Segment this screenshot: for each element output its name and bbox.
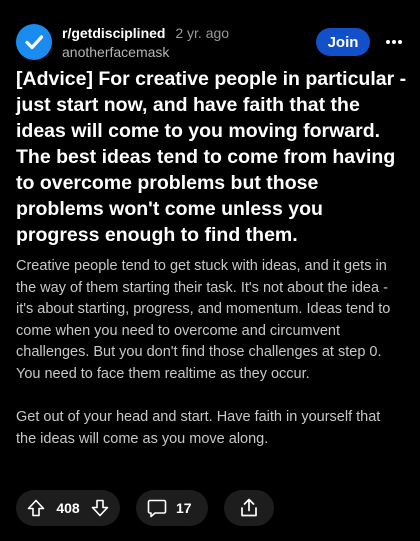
post-title[interactable]: [Advice] For creative people in particul… xyxy=(16,66,408,248)
post-author[interactable]: anotherfacemask xyxy=(62,43,229,61)
post-meta: r/getdisciplined 2 yr. ago anotherfacema… xyxy=(62,24,229,61)
more-horizontal-icon xyxy=(386,40,402,44)
checkmark-icon xyxy=(25,35,44,50)
vote-bar: 408 xyxy=(16,490,120,526)
arrow-up-icon xyxy=(27,499,45,517)
post-header: r/getdisciplined 2 yr. ago anotherfacema… xyxy=(16,22,404,62)
comment-bubble-icon xyxy=(147,499,167,518)
downvote-button[interactable] xyxy=(90,498,110,518)
comment-count: 17 xyxy=(176,500,192,516)
more-options-button[interactable] xyxy=(382,30,406,54)
post-body: Creative people tend to get stuck with i… xyxy=(16,256,402,472)
join-button[interactable]: Join xyxy=(316,28,370,56)
body-paragraph: Get out of your head and start. Have fai… xyxy=(16,409,381,447)
separator-dot xyxy=(168,25,172,41)
upvote-count: 408 xyxy=(56,500,80,516)
subreddit-avatar[interactable] xyxy=(16,24,52,60)
post-actions: 408 17 xyxy=(16,490,274,526)
comments-button[interactable]: 17 xyxy=(136,490,208,526)
arrow-down-icon xyxy=(91,499,109,517)
subreddit-name[interactable]: r/getdisciplined xyxy=(62,25,165,41)
post-age: 2 yr. ago xyxy=(175,25,230,41)
share-button[interactable] xyxy=(224,490,274,526)
body-paragraph: Creative people tend to get stuck with i… xyxy=(16,258,391,382)
share-icon xyxy=(241,498,257,517)
upvote-button[interactable] xyxy=(26,498,46,518)
